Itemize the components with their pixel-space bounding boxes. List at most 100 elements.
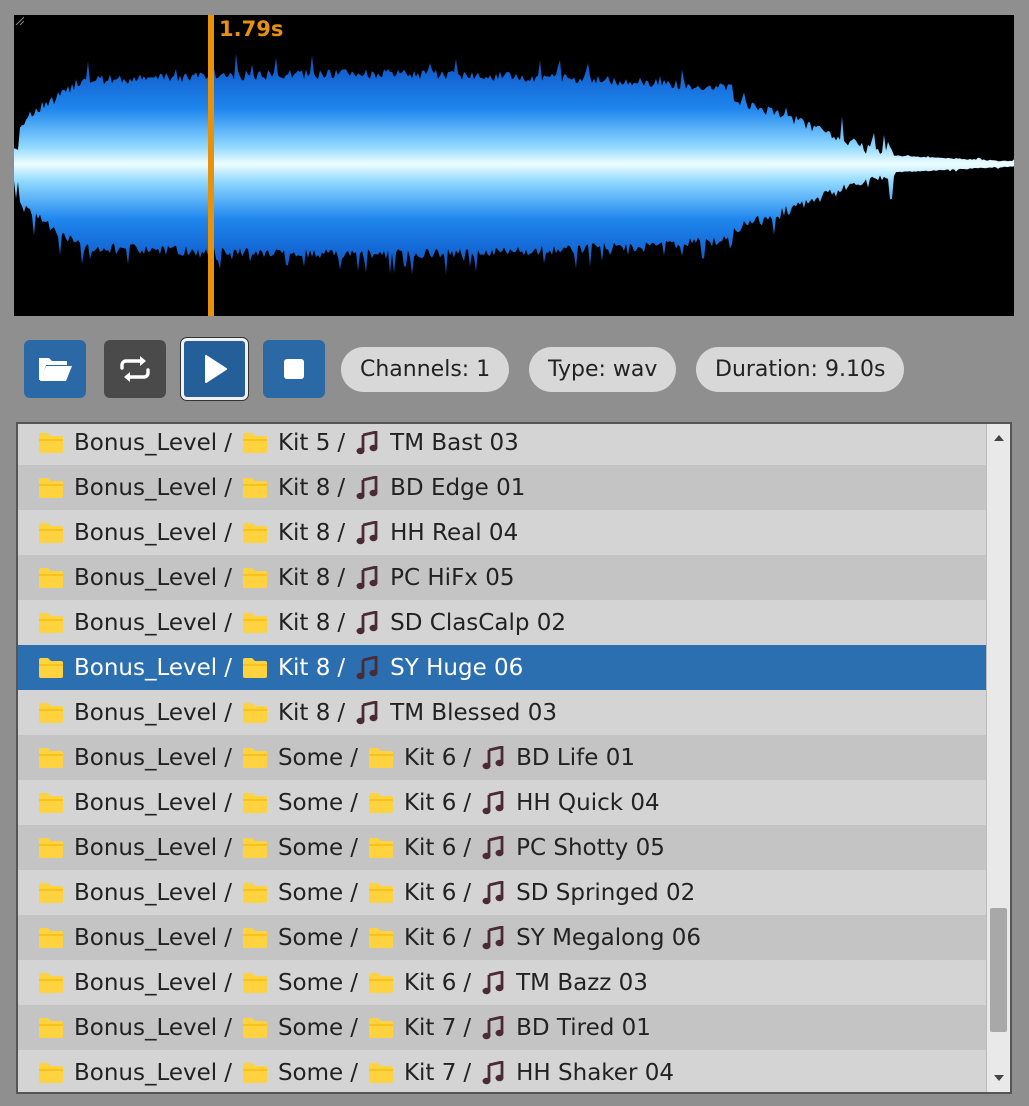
file-name: HH Shaker 04	[516, 1059, 674, 1086]
play-button[interactable]	[181, 338, 248, 400]
folder-icon	[39, 1062, 63, 1083]
folder-name: Bonus_Level	[74, 879, 218, 906]
folder-name: Bonus_Level	[74, 654, 218, 681]
path-separator: /	[224, 609, 232, 636]
folder-name: Kit 6	[403, 789, 457, 816]
folder-name: Some	[277, 834, 344, 861]
path-separator: /	[224, 924, 232, 951]
folder-name: Bonus_Level	[74, 744, 218, 771]
folder-name: Some	[277, 1014, 344, 1041]
music-note-icon	[356, 565, 378, 589]
path-separator: /	[224, 1059, 232, 1086]
folder-icon	[39, 702, 63, 723]
list-item[interactable]: Bonus_Level / Some / Kit 7/BD Tired 01	[18, 1005, 988, 1050]
path-separator: /	[350, 969, 358, 996]
folder-icon	[242, 522, 267, 543]
file-name: BD Tired 01	[516, 1014, 651, 1041]
stop-button[interactable]	[263, 340, 325, 398]
folder-icon	[242, 657, 267, 678]
path-separator: /	[224, 474, 232, 501]
folder-icon	[39, 792, 63, 813]
folder-icon	[242, 432, 267, 453]
path-separator: /	[463, 744, 472, 771]
folder-name: Kit 5	[277, 429, 331, 456]
list-item[interactable]: Bonus_Level / Kit 8/BD Edge 01	[18, 465, 988, 510]
list-item[interactable]: Bonus_Level / Some / Kit 6/PC Shotty 05	[18, 825, 988, 870]
scroll-up-button[interactable]	[987, 426, 1010, 450]
list-item[interactable]: Bonus_Level / Some / Kit 6/SY Megalong 06	[18, 915, 988, 960]
list-item[interactable]: Bonus_Level / Some / Kit 6/BD Life 01	[18, 735, 988, 780]
folder-name: Bonus_Level	[74, 834, 218, 861]
channels-badge: Channels: 1	[341, 347, 510, 392]
file-list: Bonus_Level / Kit 5/TM Bast 03 Bonus_Level /…	[16, 422, 1012, 1094]
type-badge: Type: wav	[529, 347, 677, 392]
path-separator: /	[224, 969, 232, 996]
folder-name: Kit 8	[277, 699, 331, 726]
folder-name: Bonus_Level	[74, 1059, 218, 1086]
file-name: TM Bast 03	[390, 429, 519, 456]
scroll-down-button[interactable]	[987, 1066, 1010, 1090]
path-separator: /	[463, 1059, 472, 1086]
file-name: BD Edge 01	[390, 474, 526, 501]
path-separator: /	[463, 924, 472, 951]
music-note-icon	[482, 880, 504, 904]
open-folder-button[interactable]	[24, 340, 86, 398]
folder-icon	[242, 567, 267, 588]
music-note-icon	[482, 970, 504, 994]
list-item[interactable]: Bonus_Level / Some / Kit 6/HH Quick 04	[18, 780, 988, 825]
path-separator: /	[337, 474, 346, 501]
path-separator: /	[463, 1014, 472, 1041]
folder-icon	[242, 792, 267, 813]
list-item[interactable]: Bonus_Level / Some / Kit 6/SD Springed 02	[18, 870, 988, 915]
folder-name: Some	[277, 744, 344, 771]
music-note-icon	[356, 655, 378, 679]
folder-icon	[242, 747, 267, 768]
file-list-rows: Bonus_Level / Kit 5/TM Bast 03 Bonus_Level /…	[18, 424, 988, 1092]
scrollbar-thumb[interactable]	[990, 908, 1007, 1032]
path-separator: /	[463, 834, 472, 861]
file-name: TM Bazz 03	[516, 969, 648, 996]
path-separator: /	[337, 564, 346, 591]
resize-grip-icon[interactable]	[14, 15, 24, 25]
music-note-icon	[482, 1015, 504, 1039]
folder-icon	[39, 882, 63, 903]
list-item[interactable]: Bonus_Level / Kit 8/TM Blessed 03	[18, 690, 988, 735]
list-item[interactable]: Bonus_Level / Kit 8/SY Huge 06	[18, 645, 988, 690]
waveform-display[interactable]: 1.79s	[14, 15, 1014, 316]
path-separator: /	[224, 879, 232, 906]
folder-name: Bonus_Level	[74, 474, 218, 501]
path-separator: /	[224, 519, 232, 546]
file-name: PC Shotty 05	[516, 834, 665, 861]
folder-icon	[368, 882, 393, 903]
music-note-icon	[356, 475, 378, 499]
path-separator: /	[463, 879, 472, 906]
loop-toggle-button[interactable]	[104, 340, 166, 398]
duration-badge: Duration: 9.10s	[696, 347, 905, 392]
folder-name: Bonus_Level	[74, 429, 218, 456]
waveform-graphic	[14, 15, 1014, 316]
list-item[interactable]: Bonus_Level / Kit 8/HH Real 04	[18, 510, 988, 555]
path-separator: /	[350, 1059, 358, 1086]
music-note-icon	[356, 700, 378, 724]
waveform-shape	[14, 53, 1014, 275]
folder-icon	[39, 522, 63, 543]
folder-open-icon	[39, 358, 72, 381]
path-separator: /	[224, 654, 232, 681]
path-separator: /	[350, 1014, 358, 1041]
folder-icon	[368, 927, 393, 948]
music-note-icon	[482, 835, 504, 859]
folder-icon	[39, 432, 63, 453]
list-item[interactable]: Bonus_Level / Kit 8/PC HiFx 05	[18, 555, 988, 600]
folder-icon	[368, 972, 393, 993]
list-item[interactable]: Bonus_Level / Kit 5/TM Bast 03	[18, 424, 988, 465]
folder-icon	[242, 972, 267, 993]
vertical-scrollbar[interactable]	[986, 424, 1010, 1092]
folder-icon	[368, 747, 393, 768]
folder-name: Kit 8	[277, 519, 331, 546]
list-item[interactable]: Bonus_Level / Kit 8/SD ClasCalp 02	[18, 600, 988, 645]
list-item[interactable]: Bonus_Level / Some / Kit 7/HH Shaker 04	[18, 1050, 988, 1092]
path-separator: /	[350, 744, 358, 771]
music-note-icon	[482, 790, 504, 814]
folder-icon	[242, 612, 267, 633]
list-item[interactable]: Bonus_Level / Some / Kit 6/TM Bazz 03	[18, 960, 988, 1005]
